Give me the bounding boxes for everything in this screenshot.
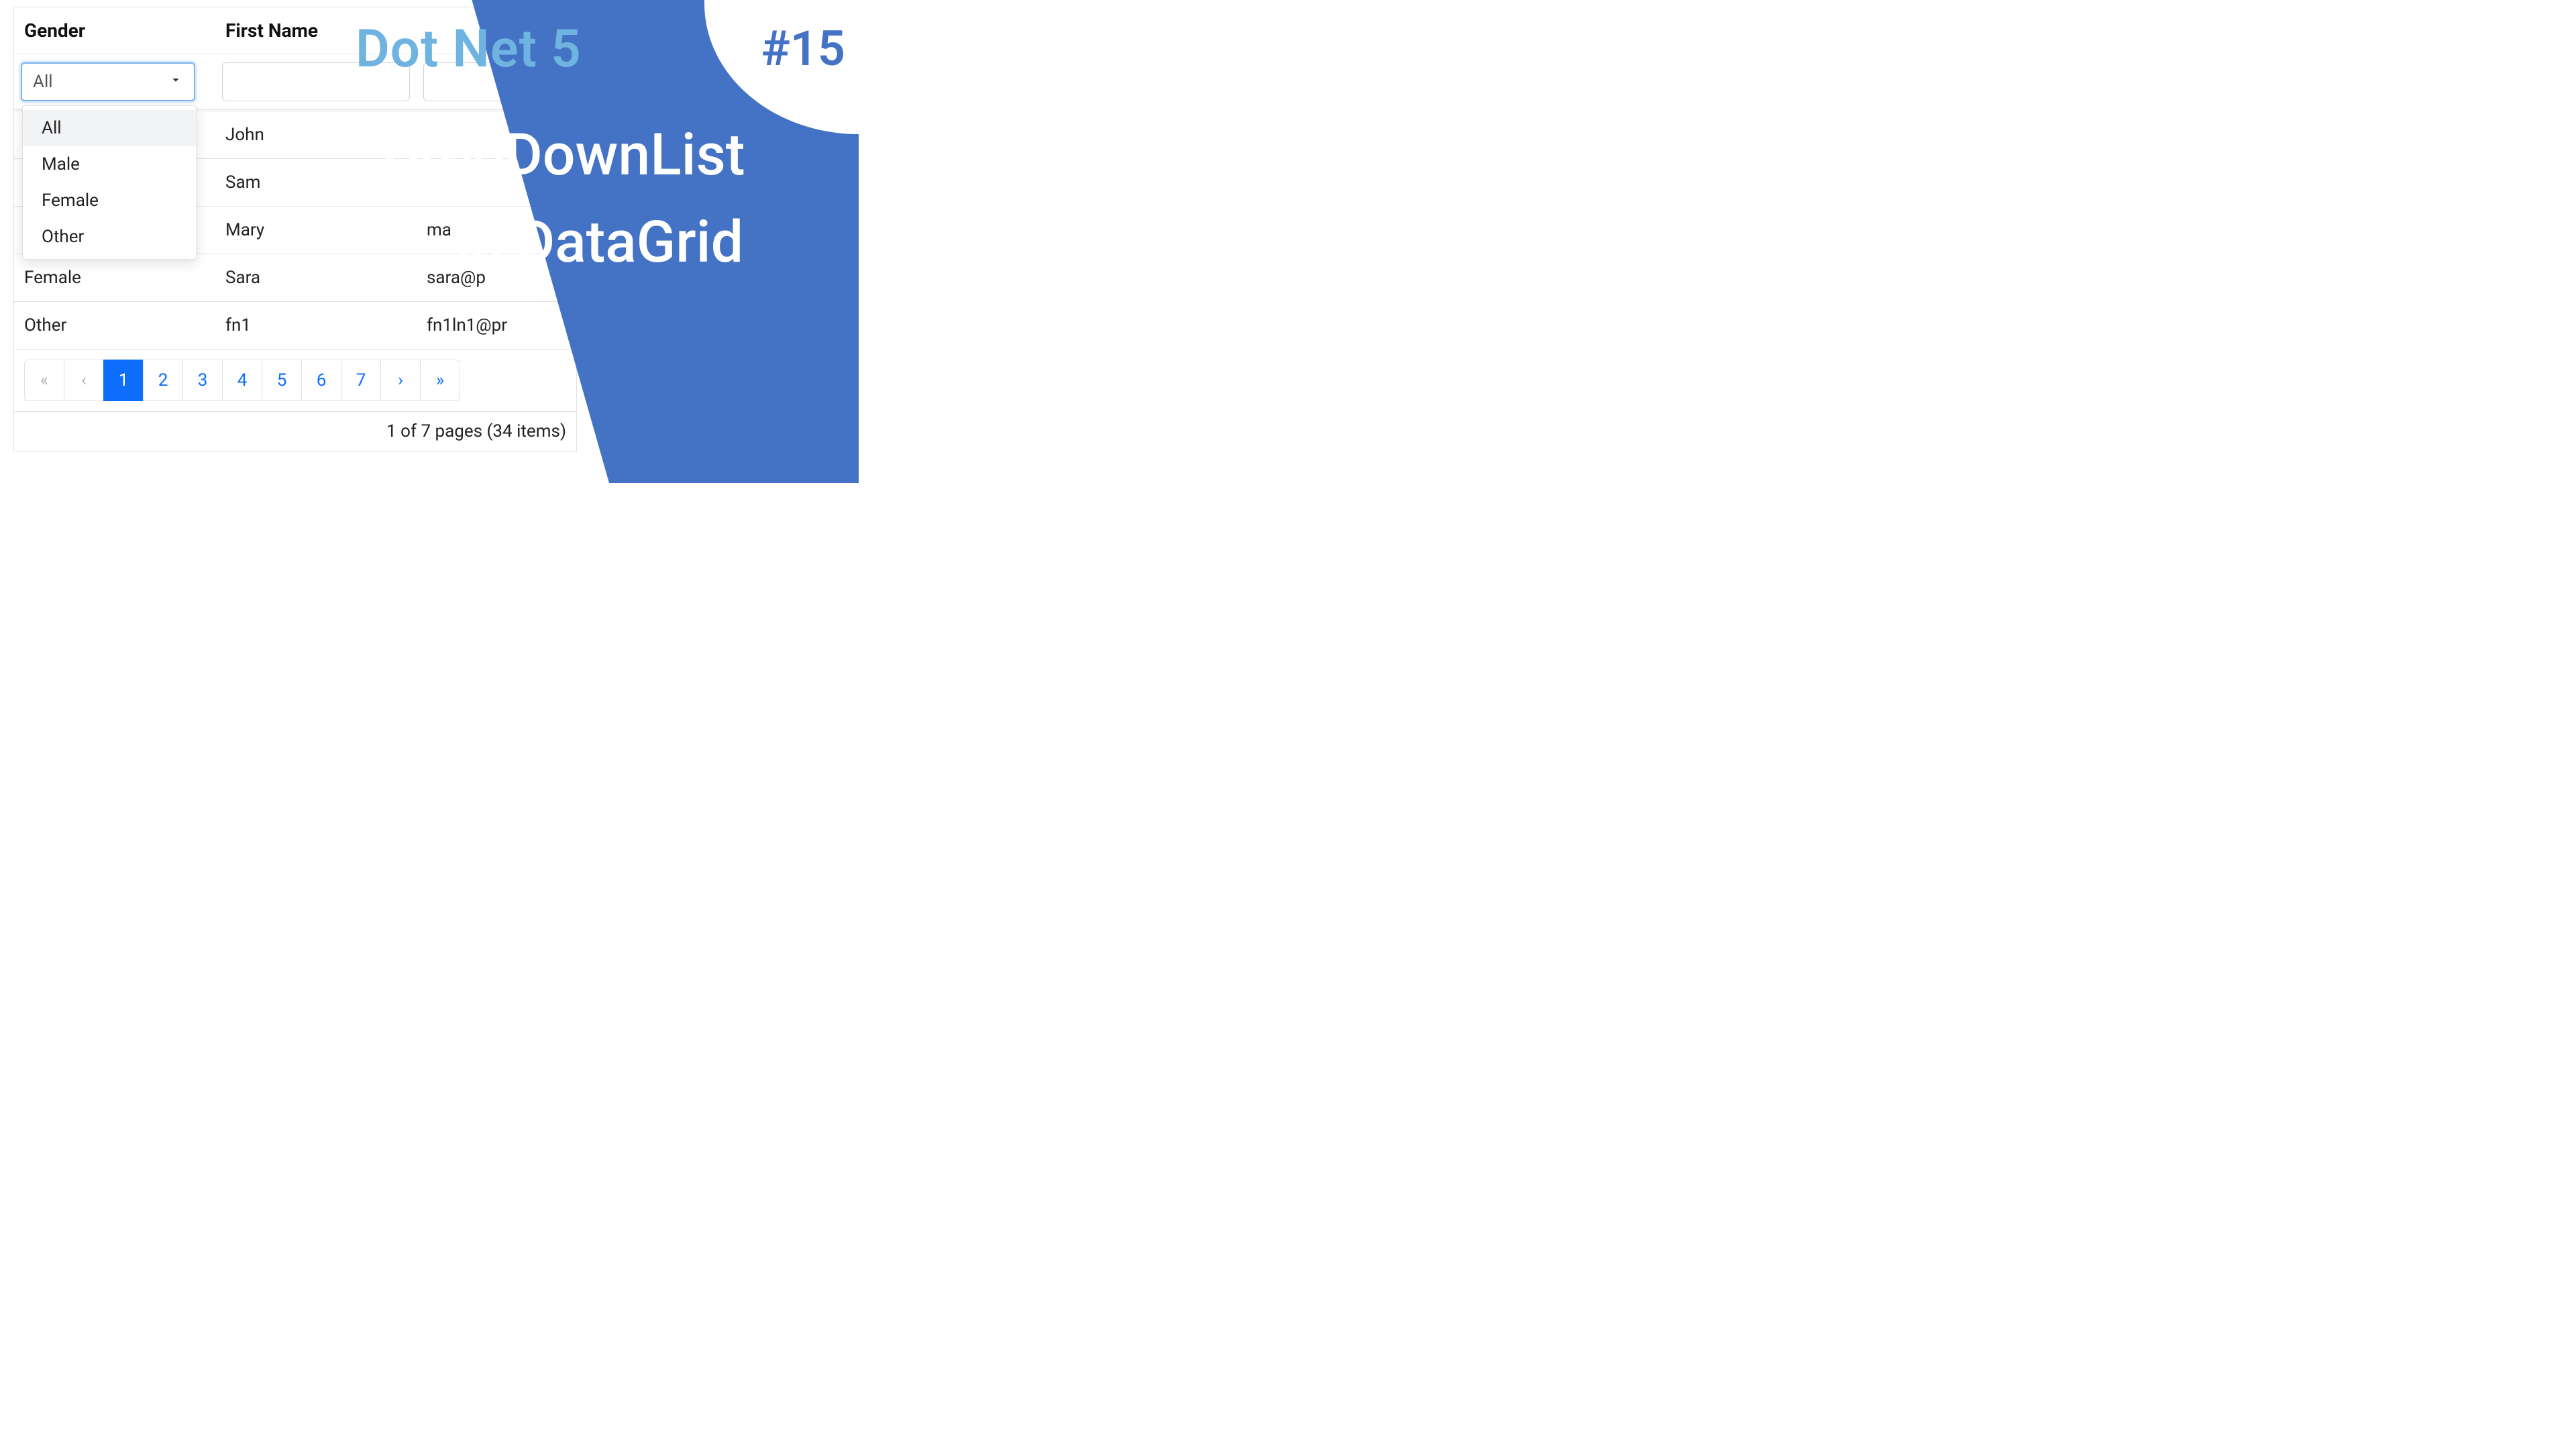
gender-option-all[interactable]: All bbox=[23, 110, 196, 146]
gender-filter-menu: All Male Female Other bbox=[22, 105, 197, 260]
cell-firstname: Mary bbox=[215, 207, 417, 254]
page-5-button[interactable]: 5 bbox=[262, 360, 302, 401]
page-1-button[interactable]: 1 bbox=[103, 360, 144, 401]
pagination-status: 1 of 7 pages (34 items) bbox=[14, 412, 576, 451]
table-row[interactable]: Other fn1 fn1ln1@pr bbox=[14, 302, 576, 350]
gender-filter-dropdown[interactable]: All All Male Female Other bbox=[21, 62, 195, 101]
series-title: Dot Net 5 bbox=[356, 19, 582, 80]
pagination: « ‹ 1 2 3 4 5 6 7 › » bbox=[14, 350, 576, 412]
gender-option-other[interactable]: Other bbox=[23, 219, 196, 255]
cell-firstname: fn1 bbox=[215, 302, 417, 349]
page-next-button[interactable]: › bbox=[380, 360, 421, 401]
chevron-down-icon bbox=[168, 72, 183, 92]
page-7-button[interactable]: 7 bbox=[341, 360, 381, 401]
episode-number: #15 bbox=[761, 20, 845, 77]
title-line-1: DropDownList bbox=[382, 121, 745, 189]
title-line-2: in DataGrid bbox=[456, 208, 743, 276]
page-4-button[interactable]: 4 bbox=[222, 360, 262, 401]
cell-gender: Other bbox=[14, 302, 215, 349]
gender-filter-value: All bbox=[33, 72, 53, 92]
cell-gender: Female bbox=[14, 254, 215, 301]
cell-email: fn1ln1@pr bbox=[417, 302, 576, 349]
gender-option-male[interactable]: Male bbox=[23, 146, 196, 182]
cell-firstname: Sara bbox=[215, 254, 417, 301]
page-6-button[interactable]: 6 bbox=[301, 360, 341, 401]
page-2-button[interactable]: 2 bbox=[143, 360, 183, 401]
page-last-button[interactable]: » bbox=[420, 360, 460, 401]
page-3-button[interactable]: 3 bbox=[182, 360, 223, 401]
column-header-gender[interactable]: Gender bbox=[14, 7, 215, 54]
gender-option-female[interactable]: Female bbox=[23, 182, 196, 219]
page-prev-button[interactable]: ‹ bbox=[64, 360, 104, 401]
page-first-button[interactable]: « bbox=[24, 360, 64, 401]
